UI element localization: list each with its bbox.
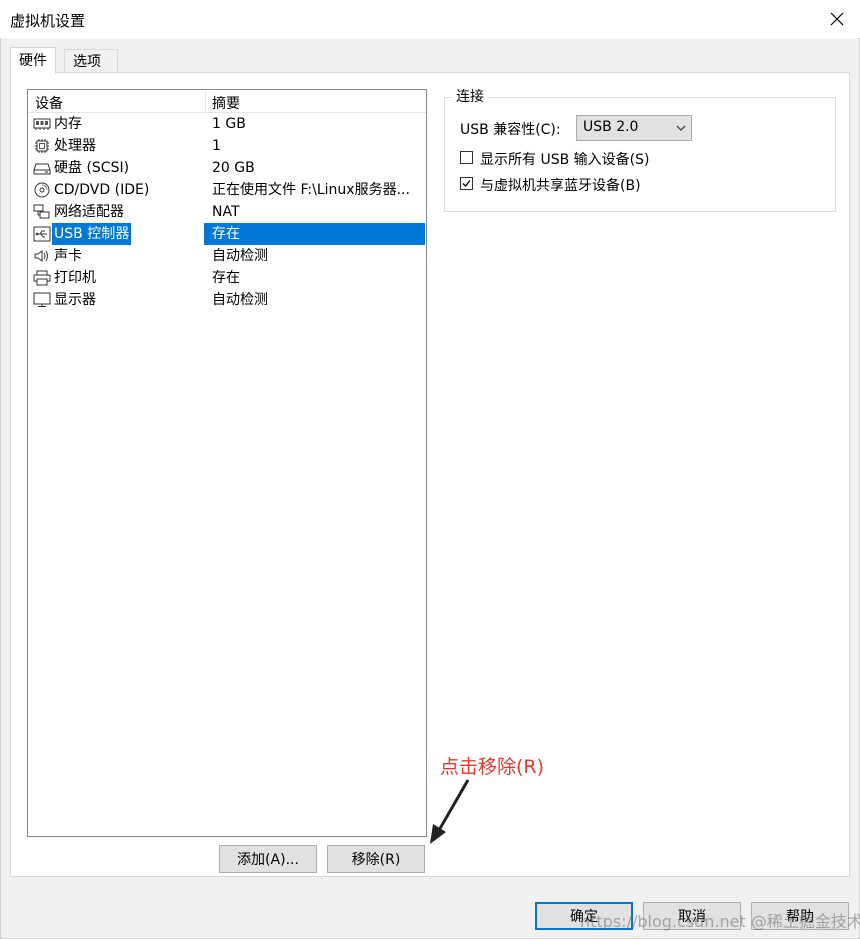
- add-button[interactable]: 添加(A)...: [219, 845, 317, 873]
- device-name: 声卡: [54, 248, 82, 264]
- device-name: 网络适配器: [54, 204, 124, 220]
- column-header-device[interactable]: 设备: [35, 93, 63, 113]
- connection-group-legend: 连接: [453, 86, 487, 106]
- list-item-network-adapter[interactable]: 网络适配器 NAT: [28, 201, 426, 223]
- hard-disk-icon: [33, 163, 51, 175]
- device-summary: NAT: [212, 204, 240, 220]
- list-item-hard-disk[interactable]: 硬盘 (SCSI) 20 GB: [28, 157, 426, 179]
- device-summary: 1: [212, 138, 221, 154]
- device-summary: 存在: [212, 226, 240, 242]
- annotation-text: 点击移除(R): [440, 756, 545, 778]
- memory-icon: [33, 118, 51, 130]
- chevron-down-icon: [676, 125, 686, 131]
- show-all-usb-checkbox[interactable]: [460, 151, 473, 164]
- usb-icon: [33, 226, 51, 242]
- cd-dvd-icon: [34, 182, 50, 198]
- watermark: https://blog.csdn.net @稀土掘金技术社区: [580, 912, 860, 931]
- device-summary: 存在: [212, 270, 240, 286]
- column-separator[interactable]: [205, 90, 206, 112]
- device-name: 打印机: [54, 270, 96, 286]
- usb-compat-label: USB 兼容性(C):: [460, 122, 561, 138]
- tab-options[interactable]: 选项: [64, 49, 118, 73]
- device-name: 硬盘 (SCSI): [54, 160, 130, 176]
- device-name: 处理器: [54, 138, 96, 154]
- device-summary: 自动检测: [212, 248, 268, 264]
- list-item-printer[interactable]: 打印机 存在: [28, 267, 426, 289]
- processor-icon: [35, 139, 49, 153]
- annotation-arrow-icon: [430, 779, 470, 844]
- list-item-display[interactable]: 显示器 自动检测: [28, 289, 426, 311]
- monitor-icon: [33, 292, 51, 307]
- list-item-processor[interactable]: 处理器 1: [28, 135, 426, 157]
- device-summary: 正在使用文件 F:\Linux服务器...: [212, 182, 410, 198]
- tab-hardware[interactable]: 硬件: [10, 47, 56, 74]
- close-button[interactable]: [814, 0, 860, 38]
- network-adapter-icon: [33, 204, 50, 219]
- device-summary: 自动检测: [212, 292, 268, 308]
- hardware-panel: 设备 摘要 内存 1 GB 处理器 1 硬盘 (SCSI) 20 GB CD/D…: [10, 72, 850, 877]
- list-item-memory[interactable]: 内存 1 GB: [28, 113, 426, 135]
- printer-icon: [33, 270, 51, 286]
- device-name: 内存: [54, 116, 82, 132]
- share-bluetooth-label: 与虚拟机共享蓝牙设备(B): [480, 178, 641, 194]
- checkmark-icon: [462, 180, 471, 187]
- title-bar: 虚拟机设置: [0, 0, 860, 38]
- device-summary: 20 GB: [212, 160, 255, 176]
- usb-compat-select[interactable]: USB 2.0: [576, 115, 692, 141]
- device-name: CD/DVD (IDE): [54, 182, 150, 198]
- list-item-sound-card[interactable]: 声卡 自动检测: [28, 245, 426, 267]
- remove-button[interactable]: 移除(R): [327, 845, 425, 873]
- device-name: 显示器: [54, 292, 96, 308]
- device-list[interactable]: 设备 摘要 内存 1 GB 处理器 1 硬盘 (SCSI) 20 GB CD/D…: [27, 89, 427, 837]
- column-header-summary[interactable]: 摘要: [212, 93, 240, 113]
- share-bluetooth-checkbox[interactable]: [460, 177, 473, 190]
- list-item-cd-dvd[interactable]: CD/DVD (IDE) 正在使用文件 F:\Linux服务器...: [28, 179, 426, 201]
- list-header: 设备 摘要: [28, 90, 426, 113]
- close-icon: [830, 12, 844, 26]
- speaker-icon: [34, 250, 48, 262]
- usb-compat-value: USB 2.0: [583, 119, 639, 135]
- window-title: 虚拟机设置: [10, 12, 86, 30]
- device-name: USB 控制器: [52, 223, 132, 245]
- device-summary: 1 GB: [212, 116, 246, 132]
- show-all-usb-label: 显示所有 USB 输入设备(S): [480, 152, 650, 168]
- list-item-usb-controller[interactable]: USB 控制器 存在: [28, 223, 426, 245]
